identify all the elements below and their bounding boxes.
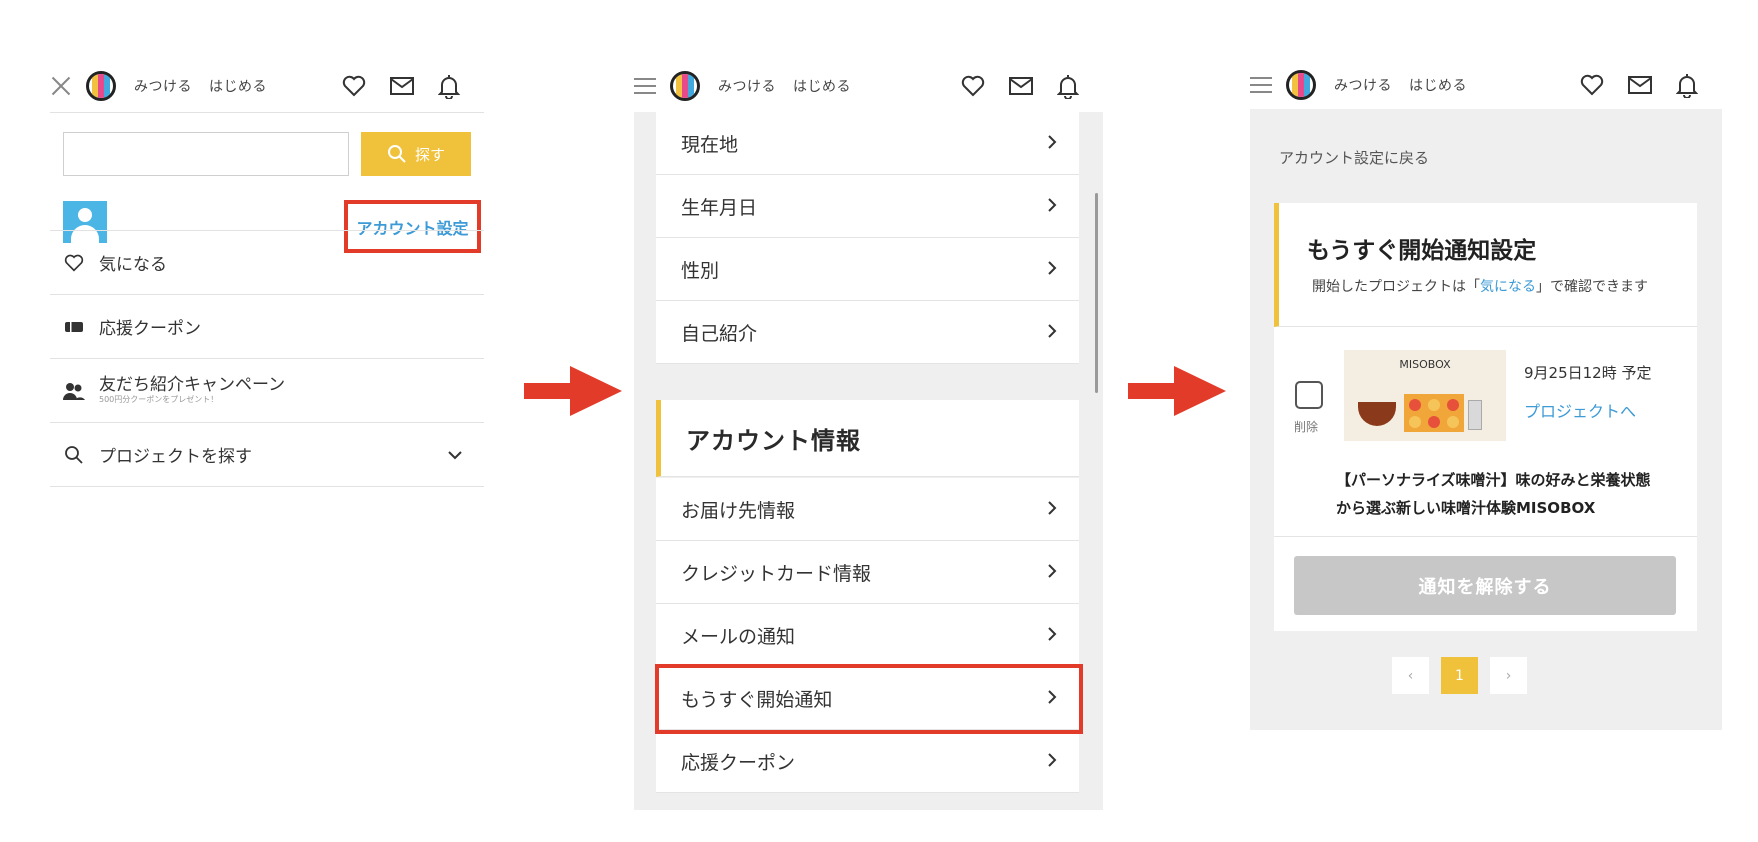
- search-button-label: 探す: [414, 145, 445, 164]
- page-title: もうすぐ開始通知設定: [1307, 238, 1537, 264]
- menu-item-coupon[interactable]: 応援クーポン: [50, 295, 484, 358]
- logo-icon[interactable]: [1286, 69, 1316, 100]
- menu-item-referral[interactable]: 友だち紹介キャンペーン 500円分クーポンをプレゼント！: [50, 359, 484, 422]
- search-icon: [63, 445, 85, 465]
- people-icon: [63, 382, 85, 400]
- nav-find[interactable]: みつける: [134, 76, 192, 96]
- search-input[interactable]: [63, 132, 349, 176]
- menu-item-label: 気になる: [99, 255, 167, 275]
- mail-icon[interactable]: [1628, 75, 1652, 94]
- logo-icon[interactable]: [86, 71, 116, 101]
- project-link[interactable]: プロジェクトへ: [1524, 398, 1636, 422]
- settings-row-label: 現在地: [681, 133, 739, 156]
- search-button[interactable]: 探す: [361, 132, 471, 176]
- chevron-down-icon[interactable]: [448, 445, 462, 465]
- mail-icon[interactable]: [390, 77, 414, 95]
- arrow-right-icon: [1128, 366, 1226, 416]
- menu-item-label: 応援クーポン: [99, 319, 201, 339]
- subtitle-text: 開始したプロジェクトは「: [1312, 279, 1480, 295]
- header-bar: みつける はじめる: [634, 60, 1103, 112]
- chevron-right-icon: [1048, 321, 1057, 343]
- header-bar: みつける はじめる: [1250, 60, 1722, 109]
- header-bar: みつける はじめる: [50, 60, 484, 112]
- delete-label: 削除: [1294, 420, 1319, 434]
- settings-row-credit-card[interactable]: クレジットカード情報: [656, 541, 1079, 604]
- section-title-account-info: アカウント情報: [656, 400, 1079, 477]
- heart-icon[interactable]: [342, 75, 366, 97]
- bowl-image: [1358, 402, 1396, 426]
- menu-item-label: 友だち紹介キャンペーン: [99, 374, 286, 395]
- chevron-right-icon: [1048, 624, 1057, 646]
- menu-item-label: プロジェクトを探す: [99, 447, 252, 467]
- notification-card: もうすぐ開始通知設定 開始したプロジェクトは「気になる」で確認できます 削除 M…: [1274, 203, 1697, 631]
- logo-icon[interactable]: [670, 71, 700, 101]
- bell-icon[interactable]: [1057, 73, 1079, 99]
- chevron-right-icon: [1048, 561, 1057, 583]
- heart-icon[interactable]: [961, 75, 985, 97]
- thumbnail-brand: MISOBOX: [1399, 358, 1451, 371]
- bell-icon[interactable]: [1676, 72, 1698, 98]
- highlight-box: [655, 664, 1083, 734]
- chevron-right-icon: [1048, 498, 1057, 520]
- chevron-right-icon: [1048, 258, 1057, 280]
- search-icon: [387, 145, 406, 163]
- start-date: 9月25日12時 予定: [1524, 364, 1652, 382]
- nav-find[interactable]: みつける: [718, 76, 776, 96]
- chevron-right-icon: [1048, 195, 1057, 217]
- pagination-next[interactable]: ›: [1490, 657, 1527, 694]
- settings-row-gender[interactable]: 性別: [656, 238, 1079, 301]
- settings-row-label: 自己紹介: [681, 322, 758, 345]
- divider: [1274, 536, 1697, 537]
- mail-icon[interactable]: [1009, 77, 1033, 95]
- subtitle-text: 」で確認できます: [1536, 279, 1648, 295]
- settings-row-label: お届け先情報: [681, 499, 796, 522]
- delete-checkbox[interactable]: [1295, 381, 1323, 409]
- scrollbar[interactable]: [1095, 193, 1098, 393]
- heart-icon[interactable]: [1580, 74, 1604, 96]
- settings-row-coupon[interactable]: 応援クーポン: [656, 730, 1079, 793]
- settings-row-label: 性別: [681, 259, 720, 282]
- heart-icon: [63, 254, 85, 272]
- box-image: [1404, 394, 1464, 432]
- nav-start[interactable]: はじめる: [793, 76, 851, 96]
- settings-row-bio[interactable]: 自己紹介: [656, 301, 1079, 364]
- menu-item-sublabel: 500円分クーポンをプレゼント！: [99, 395, 219, 405]
- settings-row-birthday[interactable]: 生年月日: [656, 175, 1079, 238]
- project-thumbnail[interactable]: MISOBOX: [1344, 350, 1506, 441]
- bell-icon[interactable]: [438, 73, 460, 99]
- menu-item-search-projects[interactable]: プロジェクトを探す: [50, 423, 484, 486]
- card-subtitle: 開始したプロジェクトは「気になる」で確認できます: [1312, 276, 1648, 296]
- settings-row-label: 応援クーポン: [681, 751, 796, 774]
- pack-image: [1468, 400, 1482, 430]
- drawer-menu-panel: みつける はじめる 探す アカウント設定 気になる 応援クーポン 友だち紹介キャ…: [50, 60, 484, 530]
- settings-row-label: メールの通知: [681, 625, 796, 648]
- chevron-right-icon: [1048, 132, 1057, 154]
- back-link[interactable]: アカウント設定に戻る: [1279, 147, 1429, 168]
- pagination-prev[interactable]: ‹: [1392, 657, 1429, 694]
- close-icon[interactable]: [50, 75, 72, 97]
- start-notification-panel: みつける はじめる アカウント設定に戻る もうすぐ開始通知設定 開始したプロジェ…: [1250, 60, 1722, 730]
- nav-start[interactable]: はじめる: [209, 76, 267, 96]
- divider: [50, 112, 484, 113]
- account-settings-panel: みつける はじめる 現在地 生年月日 性別 自己紹介 アカウント情報 お届け先情…: [634, 60, 1103, 810]
- settings-row-label: 生年月日: [681, 196, 758, 219]
- cancel-notification-button[interactable]: 通知を解除する: [1294, 556, 1676, 615]
- settings-row-mail-notification[interactable]: メールの通知: [656, 604, 1079, 667]
- hamburger-menu-icon[interactable]: [1250, 74, 1272, 96]
- settings-row-location[interactable]: 現在地: [656, 112, 1079, 175]
- nav-start[interactable]: はじめる: [1409, 75, 1467, 95]
- favorites-link[interactable]: 気になる: [1480, 279, 1536, 295]
- hamburger-menu-icon[interactable]: [634, 75, 656, 97]
- settings-row-label: クレジットカード情報: [681, 562, 872, 585]
- project-title[interactable]: 【パーソナライズ味噌汁】味の好みと栄養状態から選ぶ新しい味噌汁体験MISOBOX: [1336, 466, 1656, 522]
- settings-row-shipping[interactable]: お届け先情報: [656, 478, 1079, 541]
- pagination-page-current[interactable]: 1: [1441, 657, 1478, 694]
- card-header: もうすぐ開始通知設定 開始したプロジェクトは「気になる」で確認できます: [1274, 203, 1697, 327]
- chevron-right-icon: [1048, 750, 1057, 772]
- ticket-icon: [63, 320, 85, 334]
- nav-find[interactable]: みつける: [1334, 75, 1392, 95]
- menu-item-favorites[interactable]: 気になる: [50, 231, 484, 294]
- divider: [50, 486, 484, 487]
- arrow-right-icon: [524, 366, 622, 416]
